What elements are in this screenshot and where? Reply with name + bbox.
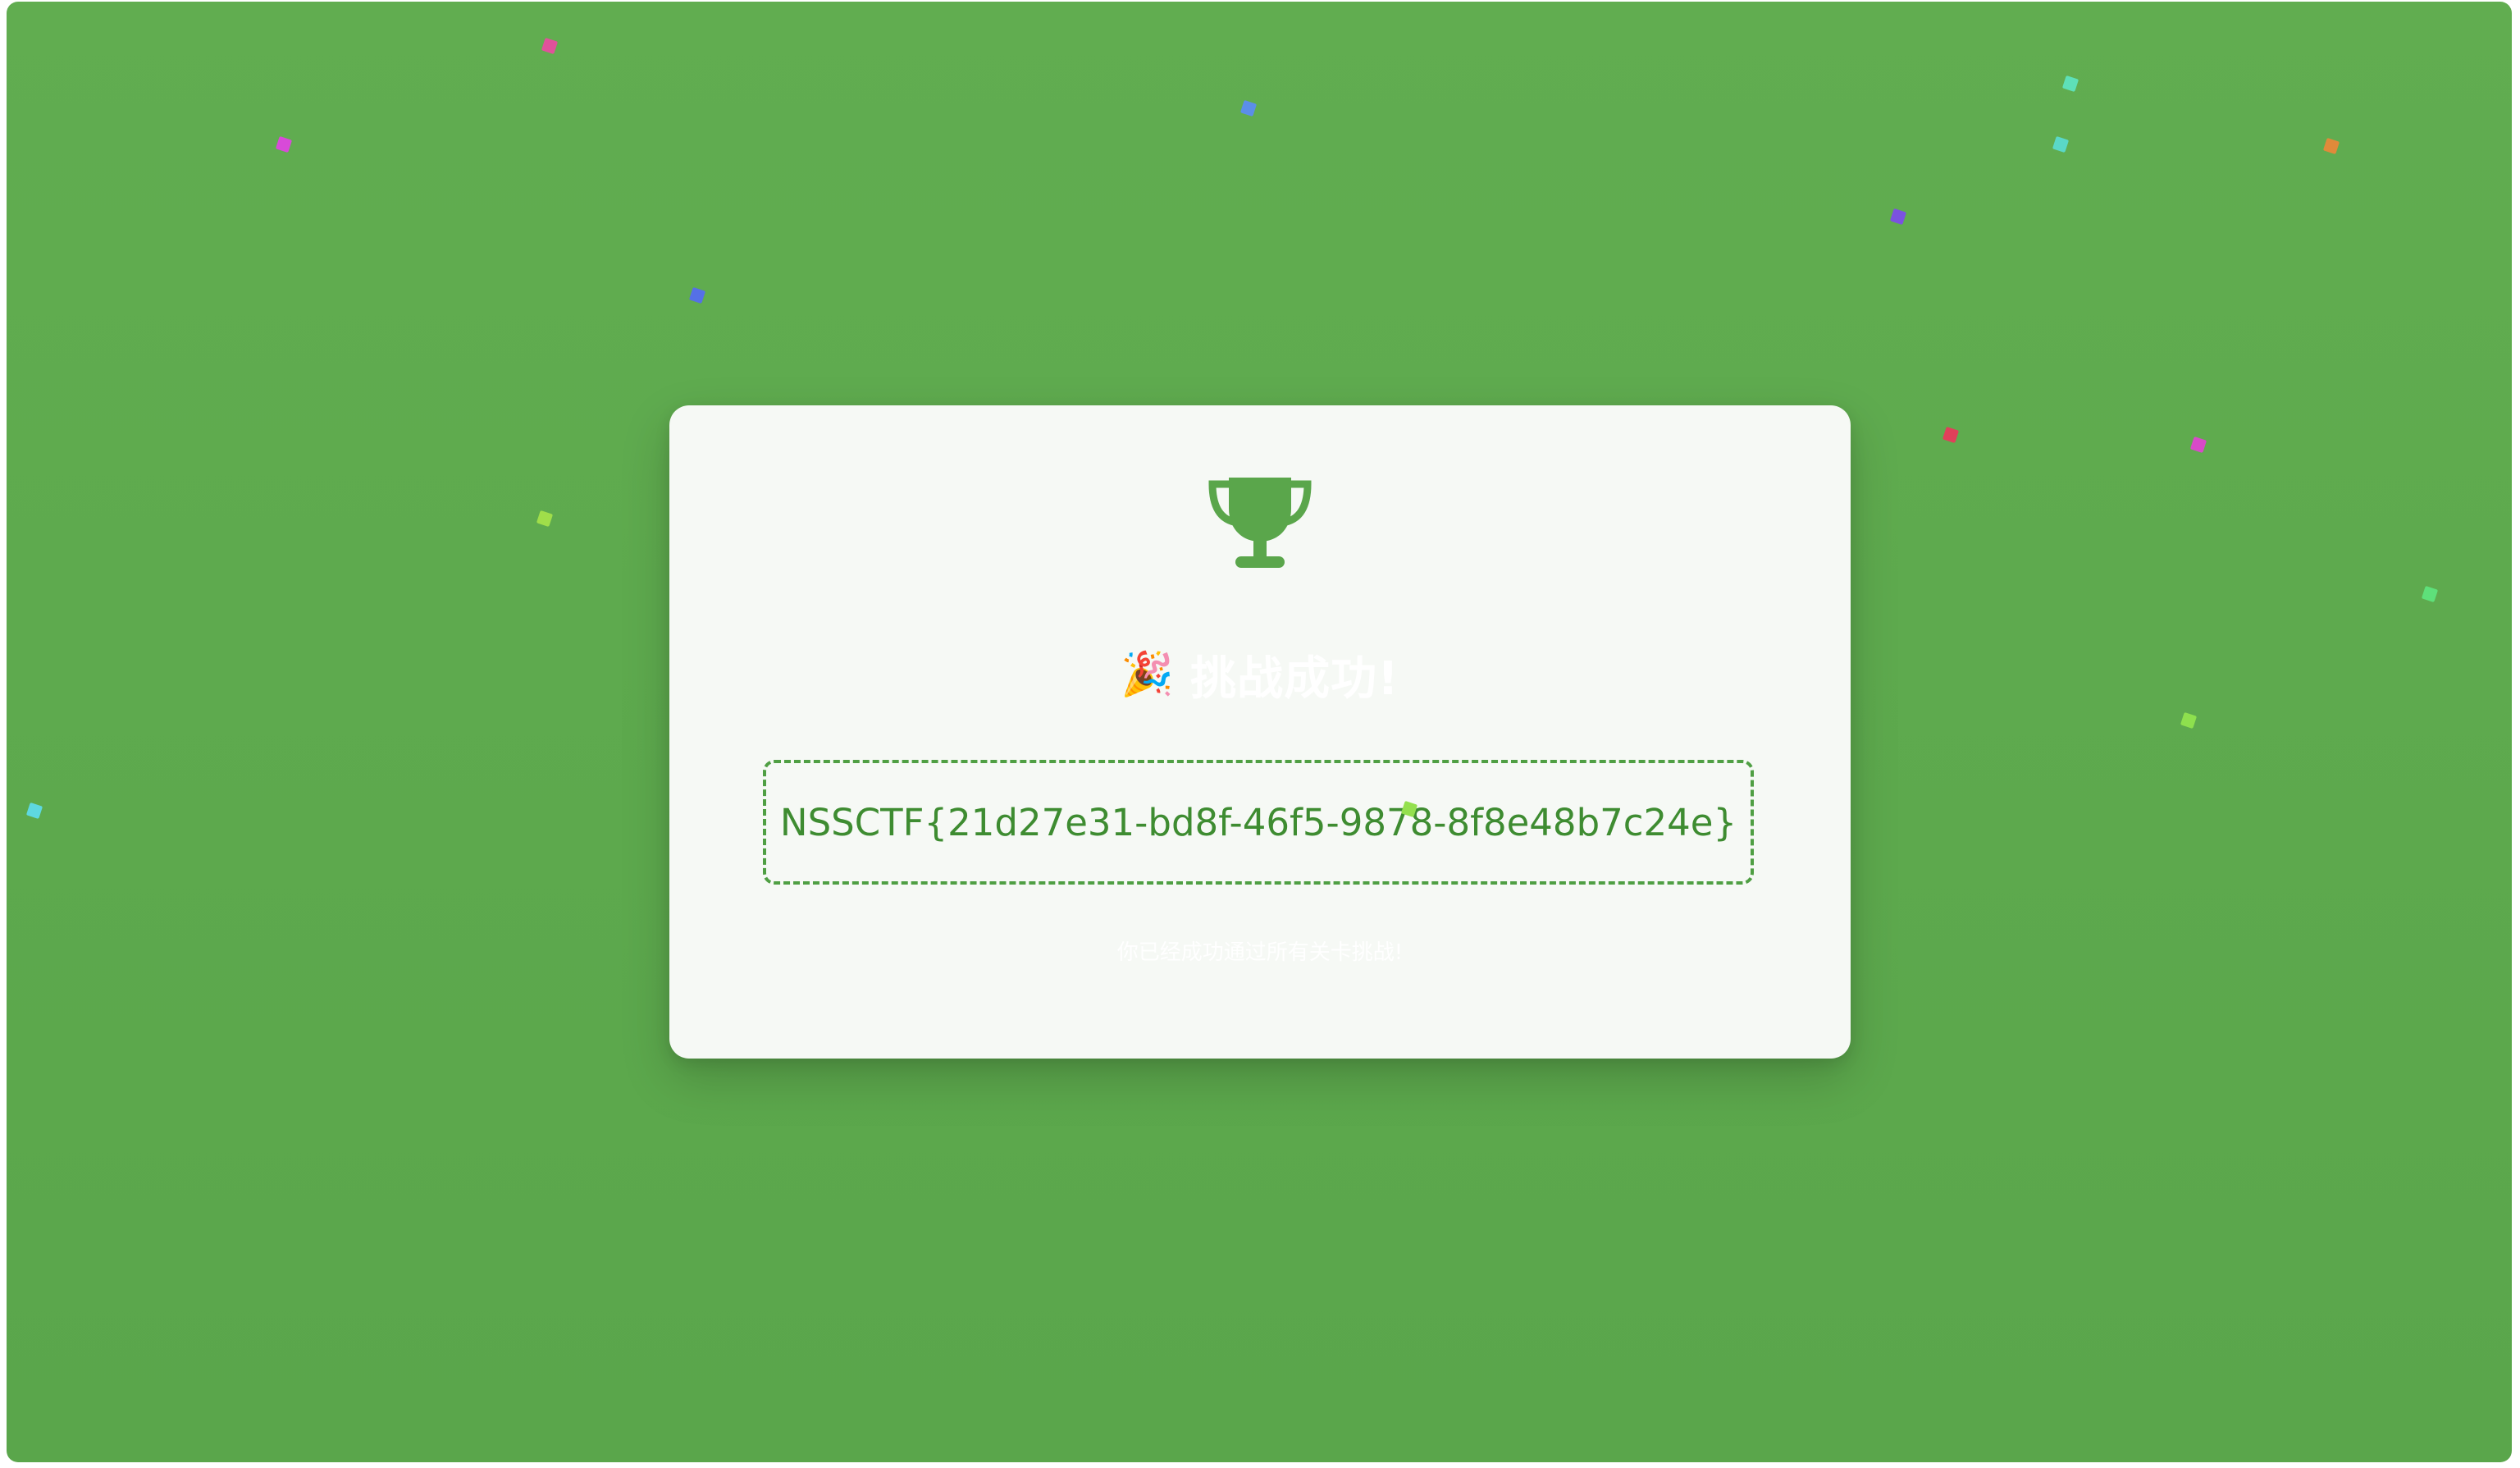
confetti-piece (536, 510, 554, 528)
flag-text[interactable]: NSSCTF{21d27e31-bd8f-46f5-9878-8f8e48b7c… (780, 801, 1737, 844)
success-card: 🎉 挑战成功! NSSCTF{21d27e31-bd8f-46f5-9878-8… (669, 405, 1851, 1059)
confetti-piece (2180, 711, 2198, 729)
confetti-piece (1942, 426, 1960, 444)
success-page-background: 🎉 挑战成功! NSSCTF{21d27e31-bd8f-46f5-9878-8… (7, 2, 2512, 1462)
confetti-piece (688, 286, 706, 304)
flag-box: NSSCTF{21d27e31-bd8f-46f5-9878-8f8e48b7c… (763, 760, 1754, 885)
confetti-piece (25, 802, 43, 820)
confetti-piece (275, 135, 293, 153)
confetti-piece (2189, 436, 2207, 454)
trophy-icon (1208, 478, 1312, 568)
confetti-piece (2052, 135, 2070, 153)
confetti-piece (1239, 99, 1258, 117)
confetti-piece (2421, 585, 2439, 603)
confetti-piece (2322, 137, 2340, 155)
confetti-piece (1889, 208, 1907, 226)
confetti-piece (541, 37, 559, 55)
success-title: 挑战成功! (1190, 652, 1399, 706)
title-row: 🎉 挑战成功! (669, 643, 1851, 706)
party-popper-icon: 🎉 (1121, 650, 1175, 699)
confetti-piece (2061, 75, 2079, 93)
success-subtitle: 你已经成功通过所有关卡挑战! (1116, 940, 1404, 965)
